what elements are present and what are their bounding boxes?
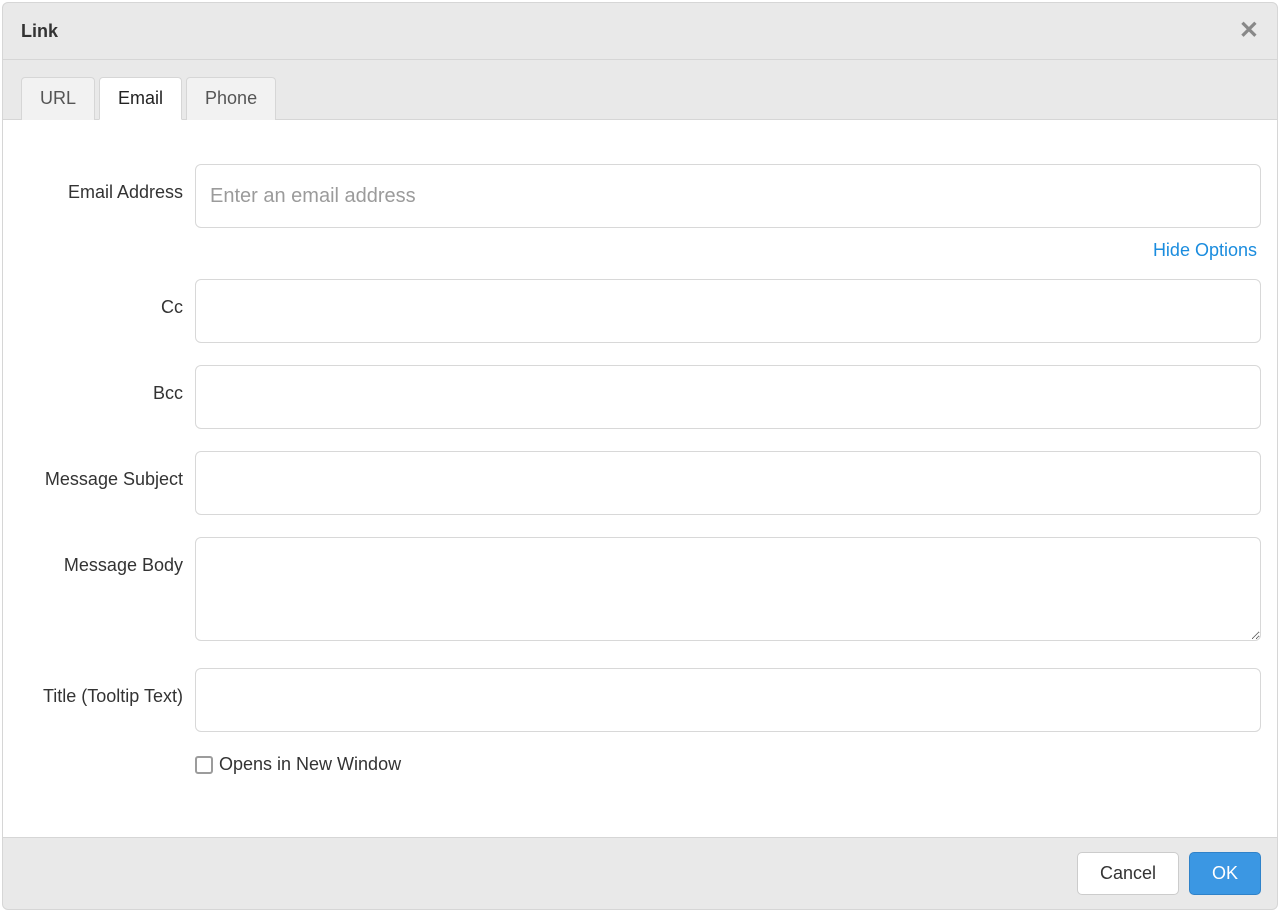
email-address-input[interactable] bbox=[195, 164, 1261, 228]
row-body: Message Body bbox=[19, 537, 1261, 646]
body-textarea[interactable] bbox=[195, 537, 1261, 641]
tab-bar: URL Email Phone bbox=[3, 60, 1277, 119]
title-tooltip-input[interactable] bbox=[195, 668, 1261, 732]
dialog-header: Link ✕ bbox=[3, 3, 1277, 60]
label-spacer bbox=[19, 754, 195, 772]
row-email-address: Email Address bbox=[19, 164, 1261, 228]
dialog-title: Link bbox=[21, 21, 58, 42]
tab-url[interactable]: URL bbox=[21, 77, 95, 120]
subject-input[interactable] bbox=[195, 451, 1261, 515]
label-subject: Message Subject bbox=[19, 451, 195, 490]
cc-input[interactable] bbox=[195, 279, 1261, 343]
toggle-options-row: Hide Options bbox=[19, 240, 1261, 279]
row-bcc: Bcc bbox=[19, 365, 1261, 429]
cancel-button[interactable]: Cancel bbox=[1077, 852, 1179, 895]
row-subject: Message Subject bbox=[19, 451, 1261, 515]
label-cc: Cc bbox=[19, 279, 195, 318]
new-window-label[interactable]: Opens in New Window bbox=[219, 754, 401, 775]
row-cc: Cc bbox=[19, 279, 1261, 343]
close-icon[interactable]: ✕ bbox=[1239, 19, 1259, 43]
new-window-checkbox-row: Opens in New Window bbox=[195, 754, 1261, 775]
tab-phone[interactable]: Phone bbox=[186, 77, 276, 120]
ok-button[interactable]: OK bbox=[1189, 852, 1261, 895]
bcc-input[interactable] bbox=[195, 365, 1261, 429]
dialog-footer: Cancel OK bbox=[3, 837, 1277, 909]
label-email-address: Email Address bbox=[19, 164, 195, 203]
tab-email[interactable]: Email bbox=[99, 77, 182, 120]
label-bcc: Bcc bbox=[19, 365, 195, 404]
new-window-checkbox[interactable] bbox=[195, 756, 213, 774]
link-dialog: Link ✕ URL Email Phone Email Address Hid… bbox=[2, 2, 1278, 910]
label-body: Message Body bbox=[19, 537, 195, 576]
label-title-tooltip: Title (Tooltip Text) bbox=[19, 668, 195, 707]
dialog-content: Email Address Hide Options Cc Bcc Messag… bbox=[3, 119, 1277, 837]
hide-options-link[interactable]: Hide Options bbox=[1153, 240, 1257, 260]
row-title-tooltip: Title (Tooltip Text) bbox=[19, 668, 1261, 732]
row-new-window: Opens in New Window bbox=[19, 754, 1261, 775]
